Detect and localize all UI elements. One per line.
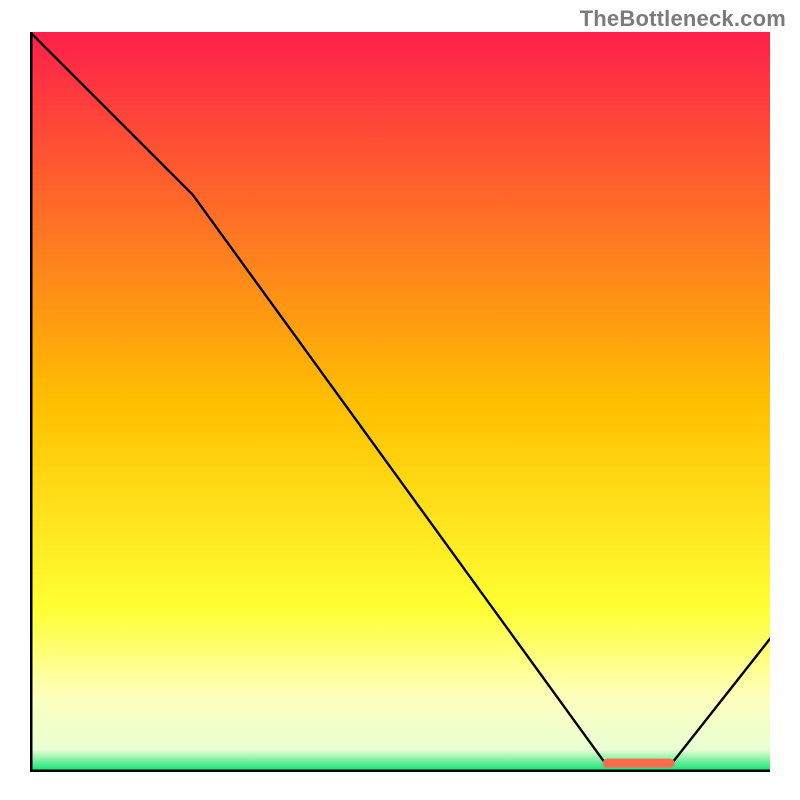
chart-container: TheBottleneck.com [0, 0, 800, 800]
plot-area [30, 32, 770, 772]
watermark-label: TheBottleneck.com [580, 6, 786, 32]
chart-svg [30, 32, 770, 772]
